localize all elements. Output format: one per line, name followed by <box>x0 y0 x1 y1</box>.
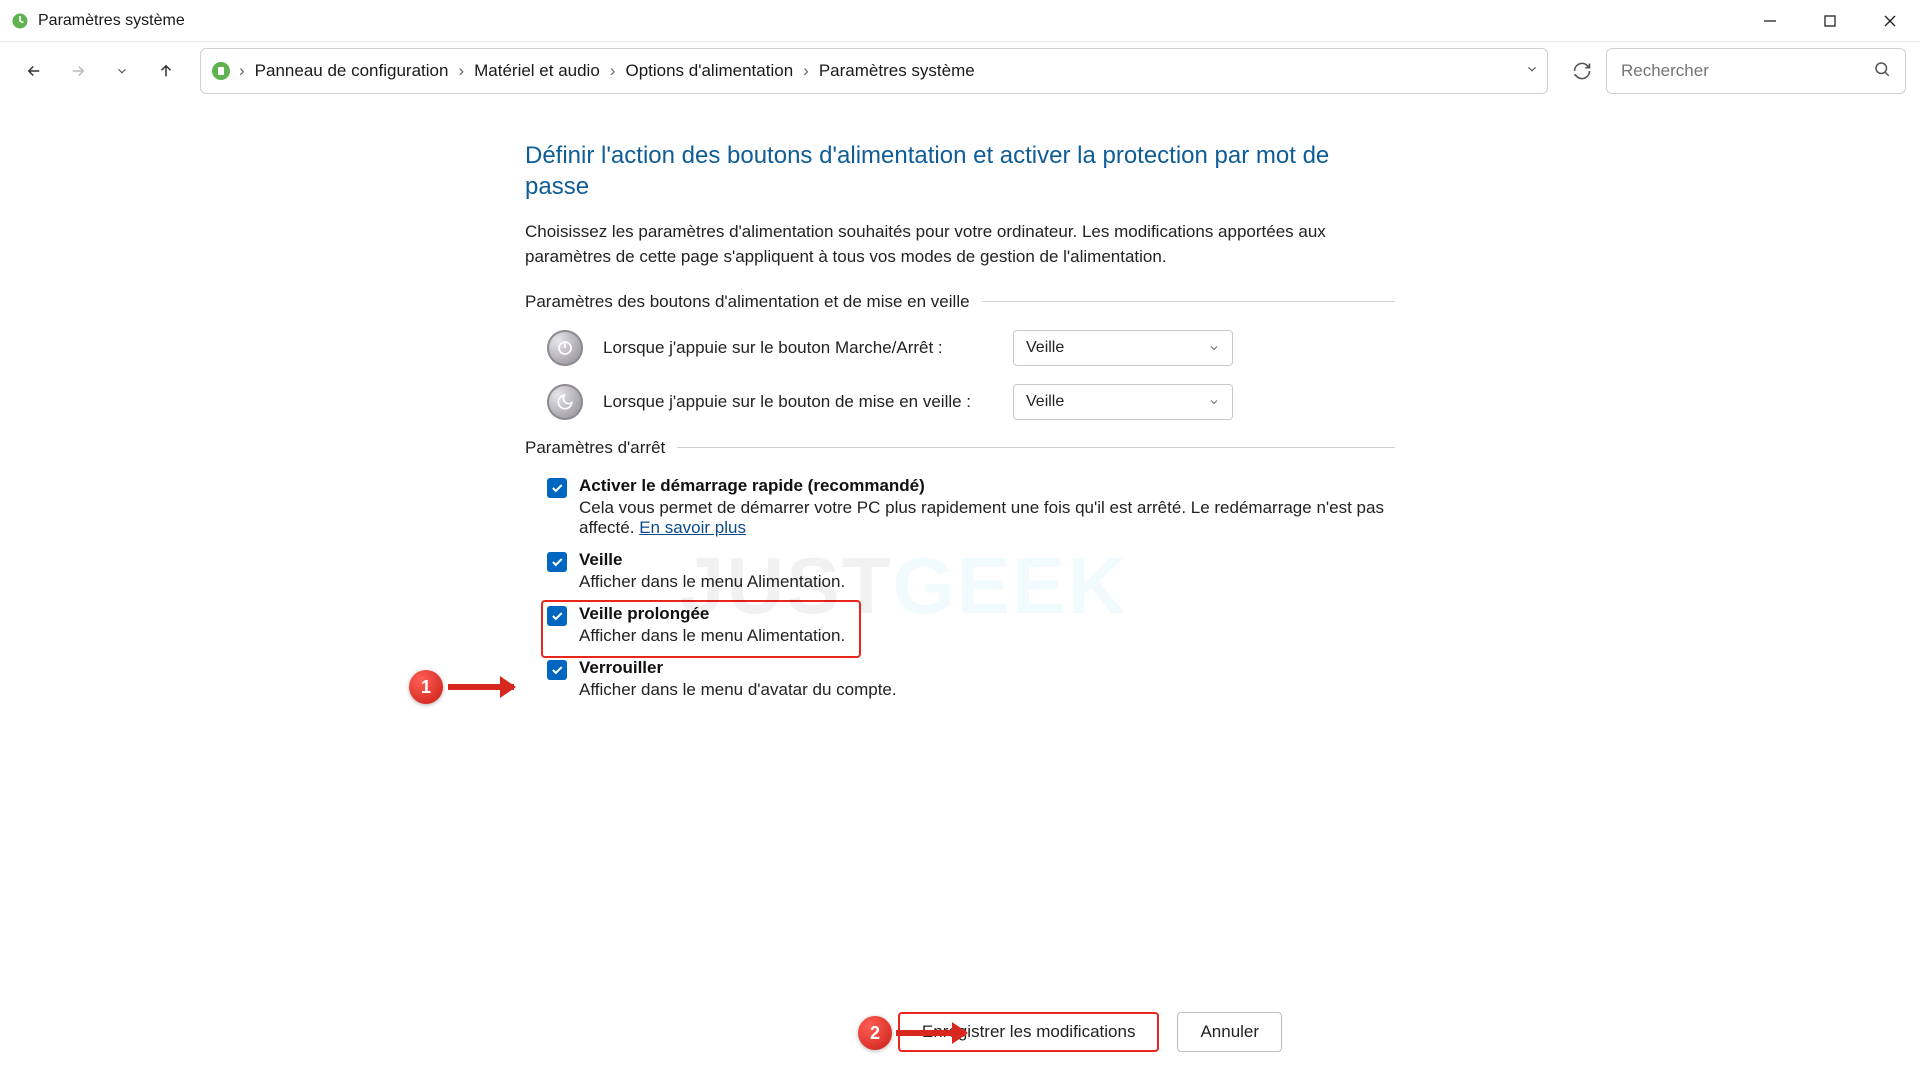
shutdown-section-label: Paramètres d'arrêt <box>525 438 1395 458</box>
chevron-right-icon: › <box>239 61 245 81</box>
titlebar: Paramètres système <box>0 0 1920 42</box>
forward-button[interactable] <box>58 51 98 91</box>
chevron-right-icon: › <box>610 61 616 81</box>
sleep-button-dropdown[interactable]: Veille <box>1013 384 1233 420</box>
search-input[interactable] <box>1621 61 1873 81</box>
close-button[interactable] <box>1860 0 1920 42</box>
power-button-label: Lorsque j'appuie sur le bouton Marche/Ar… <box>603 338 993 358</box>
sleep-icon <box>547 384 583 420</box>
page-heading: Définir l'action des boutons d'alimentat… <box>525 140 1395 202</box>
chevron-right-icon: › <box>803 61 809 81</box>
hibernate-label: Veille prolongée <box>579 604 845 624</box>
hibernate-checkbox-item: Veille prolongée Afficher dans le menu A… <box>525 604 1395 646</box>
section-label-text: Paramètres d'arrêt <box>525 438 665 458</box>
minimize-button[interactable] <box>1740 0 1800 42</box>
page-description: Choisissez les paramètres d'alimentation… <box>525 220 1395 269</box>
hibernate-checkbox[interactable] <box>547 606 567 626</box>
history-dropdown-button[interactable] <box>102 51 142 91</box>
section-label-text: Paramètres des boutons d'alimentation et… <box>525 292 970 312</box>
search-icon <box>1873 60 1891 83</box>
address-dropdown-icon[interactable] <box>1525 62 1539 81</box>
sleep-desc: Afficher dans le menu Alimentation. <box>579 572 845 592</box>
learn-more-link[interactable]: En savoir plus <box>639 518 746 537</box>
window-title: Paramètres système <box>38 12 185 30</box>
power-buttons-section-label: Paramètres des boutons d'alimentation et… <box>525 292 1395 312</box>
app-icon <box>10 11 30 31</box>
control-panel-icon <box>209 59 233 83</box>
sleep-label: Veille <box>579 550 845 570</box>
breadcrumb-item[interactable]: Paramètres système <box>819 61 975 81</box>
power-button-dropdown[interactable]: Veille <box>1013 330 1233 366</box>
search-box[interactable] <box>1606 48 1906 94</box>
power-icon <box>547 330 583 366</box>
content-area: Définir l'action des boutons d'alimentat… <box>0 100 1920 1080</box>
breadcrumb-item[interactable]: Options d'alimentation <box>625 61 793 81</box>
up-button[interactable] <box>146 51 186 91</box>
navbar: › Panneau de configuration › Matériel et… <box>0 42 1920 100</box>
cancel-button[interactable]: Annuler <box>1177 1012 1282 1052</box>
dropdown-value: Veille <box>1026 393 1064 411</box>
annotation-badge-1: 1 <box>409 670 443 704</box>
lock-checkbox[interactable] <box>547 660 567 680</box>
breadcrumb-item[interactable]: Matériel et audio <box>474 61 600 81</box>
lock-checkbox-item: Verrouiller Afficher dans le menu d'avat… <box>525 658 1395 700</box>
power-button-row: Lorsque j'appuie sur le bouton Marche/Ar… <box>525 330 1395 366</box>
fast-startup-checkbox[interactable] <box>547 478 567 498</box>
sleep-button-label: Lorsque j'appuie sur le bouton de mise e… <box>603 392 993 412</box>
lock-label: Verrouiller <box>579 658 897 678</box>
dropdown-value: Veille <box>1026 339 1064 357</box>
sleep-checkbox[interactable] <box>547 552 567 572</box>
refresh-button[interactable] <box>1562 51 1602 91</box>
sleep-checkbox-item: Veille Afficher dans le menu Alimentatio… <box>525 550 1395 592</box>
chevron-down-icon <box>1208 342 1220 354</box>
address-bar[interactable]: › Panneau de configuration › Matériel et… <box>200 48 1548 94</box>
chevron-down-icon <box>1208 396 1220 408</box>
breadcrumb-item[interactable]: Panneau de configuration <box>255 61 449 81</box>
fast-startup-label: Activer le démarrage rapide (recommandé) <box>579 476 1395 496</box>
back-button[interactable] <box>14 51 54 91</box>
fast-startup-checkbox-item: Activer le démarrage rapide (recommandé)… <box>525 476 1395 538</box>
breadcrumb: › Panneau de configuration › Matériel et… <box>239 61 975 81</box>
maximize-button[interactable] <box>1800 0 1860 42</box>
annotation-arrow-1 <box>448 684 514 690</box>
lock-desc: Afficher dans le menu d'avatar du compte… <box>579 680 897 700</box>
sleep-button-row: Lorsque j'appuie sur le bouton de mise e… <box>525 384 1395 420</box>
window-controls <box>1740 0 1920 42</box>
divider <box>677 447 1395 448</box>
hibernate-desc: Afficher dans le menu Alimentation. <box>579 626 845 646</box>
annotation-badge-2: 2 <box>858 1016 892 1050</box>
fast-startup-desc: Cela vous permet de démarrer votre PC pl… <box>579 498 1395 538</box>
divider <box>982 301 1395 302</box>
chevron-right-icon: › <box>458 61 464 81</box>
annotation-arrow-2 <box>896 1030 966 1036</box>
